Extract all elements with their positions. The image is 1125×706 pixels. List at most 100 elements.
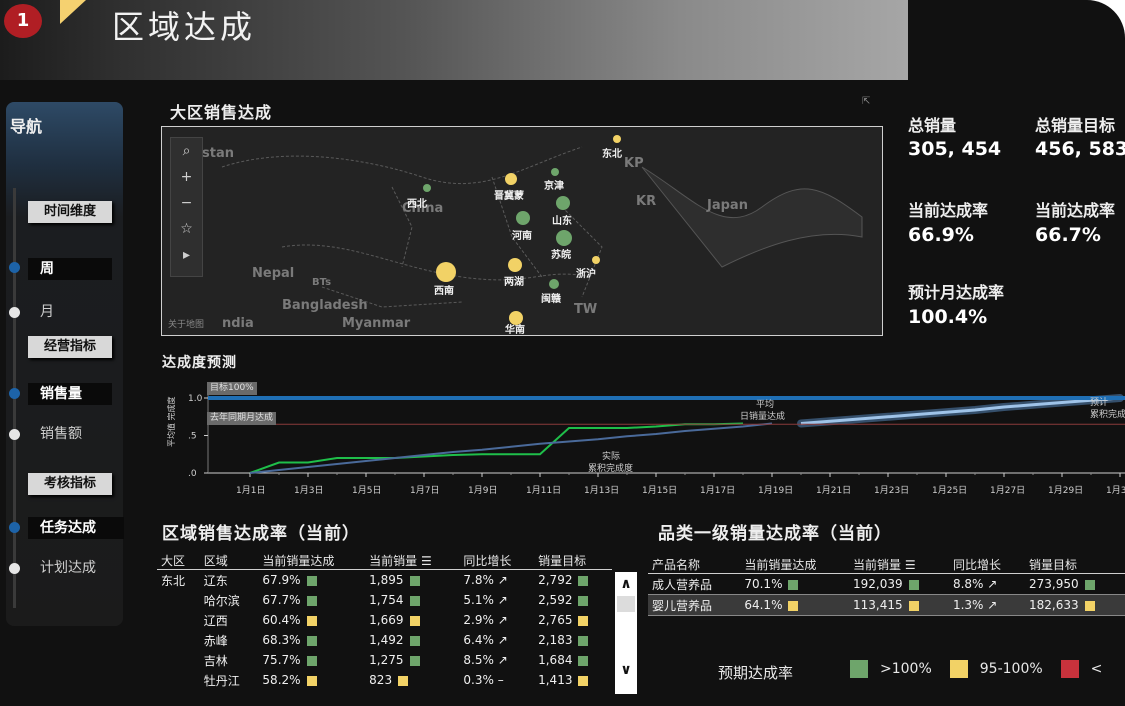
scroll-thumb[interactable] <box>617 596 635 612</box>
scroll-up-icon[interactable]: ∧ <box>615 576 637 592</box>
zoom-out-icon[interactable]: − <box>171 190 202 216</box>
nav-option-plan-achievement[interactable]: 计划达成 <box>28 557 124 579</box>
x-tick-label: 1月7日 <box>410 485 439 496</box>
status-square-icon <box>306 675 317 686</box>
x-tick-label: 1月27日 <box>990 485 1025 496</box>
column-header[interactable]: 同比增长 <box>459 551 535 570</box>
kpi-forecast-label: 预计月达成率 <box>908 283 1005 302</box>
legend-item: >100% <box>850 660 932 678</box>
cell-target: 1,413 <box>534 670 612 690</box>
map-search-icon[interactable]: ⌕ <box>171 138 202 164</box>
nav-option-sales-amount[interactable]: 销售额 <box>28 423 112 445</box>
column-header[interactable]: 当前销量达成 <box>740 555 849 574</box>
column-header[interactable]: 当前销量达成 <box>258 551 366 570</box>
nav-option-sales-volume[interactable]: 销售量 <box>28 383 112 405</box>
nav-group-time-dimension[interactable]: 时间维度 <box>28 201 112 223</box>
cell-yoy: 1.3% ↗ <box>952 598 998 612</box>
bubble-xibei[interactable] <box>423 184 431 192</box>
nav-option-task-achievement[interactable]: 任务达成 <box>28 517 124 539</box>
radio-unselected-icon[interactable] <box>9 429 20 440</box>
map-country-label: Bangladesh <box>282 298 368 313</box>
status-square-icon <box>578 655 589 666</box>
radio-selected-icon[interactable] <box>9 262 20 273</box>
pin-icon[interactable]: ☆ <box>171 216 202 242</box>
cell-rate: 58.2% <box>258 670 365 690</box>
zoom-in-icon[interactable]: + <box>171 164 202 190</box>
cell-rate: 70.1% <box>740 574 849 595</box>
nav-option-month[interactable]: 月 <box>28 301 112 323</box>
map-attribution[interactable]: 关于地图 <box>168 318 204 330</box>
cell-rate: 68.3% <box>258 630 365 650</box>
sort-icon[interactable]: ☰ <box>905 558 916 572</box>
target-line-tag: 目标100% <box>207 382 257 395</box>
column-header[interactable]: 销量目标 <box>534 551 612 570</box>
bubble-dongbei[interactable] <box>613 135 621 143</box>
bubble-mingan[interactable] <box>549 279 559 289</box>
region-label: 西北 <box>407 197 427 210</box>
sidebar <box>6 102 123 626</box>
cell-sales: 1,754 <box>365 590 459 610</box>
bubble-jinjimeng[interactable] <box>505 173 517 185</box>
cell-rate: 67.7% <box>258 590 365 610</box>
x-tick-label: 1月3日 <box>294 485 323 496</box>
column-header[interactable]: 大区 <box>157 551 200 570</box>
bubble-suwan[interactable] <box>556 230 572 246</box>
expand-icon[interactable]: ⇱ <box>862 96 870 107</box>
table-row[interactable]: 哈尔滨 67.7% 1,754 5.1% ↗ 2,592 <box>157 590 612 610</box>
column-header[interactable]: 区域 <box>199 551 259 570</box>
play-icon[interactable]: ▸ <box>171 242 202 268</box>
nav-group-assessment-metric[interactable]: 考核指标 <box>28 473 112 495</box>
bubble-henan[interactable] <box>516 211 530 225</box>
cell-zone <box>157 590 200 610</box>
nav-group-business-metric[interactable]: 经营指标 <box>28 336 112 358</box>
y-tick-label: .5 <box>188 432 197 442</box>
table-row[interactable]: 成人营养品 70.1% 192,039 8.8% ↗ 273,950 <box>648 574 1125 595</box>
status-square-icon <box>409 635 420 646</box>
column-header[interactable]: 当前销量 ☰ <box>848 555 949 574</box>
window-corner <box>1085 0 1125 40</box>
cell-product: 婴儿营养品 <box>652 598 713 613</box>
table-row[interactable]: 东北 辽东 67.9% 1,895 7.8% ↗ 2,792 <box>157 570 612 591</box>
table-row[interactable]: 婴儿营养品 64.1% 113,415 1.3% ↗ 182,633 <box>648 594 1125 616</box>
column-header[interactable]: 同比增长 <box>948 555 1025 574</box>
bubble-jingjin[interactable] <box>551 168 559 176</box>
x-tick-label: 1月13日 <box>584 485 619 496</box>
table-row[interactable]: 辽西 60.4% 1,669 2.9% ↗ 2,765 <box>157 610 612 630</box>
table-row[interactable]: 牡丹江 58.2% 823 0.3% – 1,413 <box>157 670 612 690</box>
cell-yoy: 0.3% – <box>463 673 504 687</box>
status-square-icon <box>788 600 799 611</box>
radio-unselected-icon[interactable] <box>9 563 20 574</box>
column-header[interactable]: 当前销量 ☰ <box>365 551 460 570</box>
trend-arrow-icon: ↗ <box>497 593 508 607</box>
radio-selected-icon[interactable] <box>9 388 20 399</box>
kpi-current-rate-value: 66.9% <box>908 224 974 246</box>
column-header[interactable]: 销量目标 <box>1025 555 1125 574</box>
x-tick-label: 1月19日 <box>758 485 793 496</box>
table-row[interactable]: 吉林 75.7% 1,275 8.5% ↗ 1,684 <box>157 650 612 670</box>
series-line-1[interactable] <box>249 422 773 474</box>
column-header[interactable]: 产品名称 <box>648 555 741 574</box>
cell-area: 吉林 <box>203 653 228 668</box>
table-scrollbar[interactable]: ∧ ∨ <box>615 572 637 694</box>
radio-selected-icon[interactable] <box>9 522 20 533</box>
cell-rate: 60.4% <box>258 610 365 630</box>
table-header-row: 产品名称 当前销量达成 当前销量 ☰ 同比增长 销量目标 <box>648 555 1125 574</box>
series-line-2[interactable] <box>800 396 1121 425</box>
region-map[interactable]: stan China Nepal Bangladesh Myanmar ndia… <box>161 126 883 336</box>
cell-area: 哈尔滨 <box>203 593 240 608</box>
map-country-label: stan <box>202 146 234 161</box>
map-canvas: stan China Nepal Bangladesh Myanmar ndia… <box>168 135 863 335</box>
status-square-icon <box>908 579 919 590</box>
table-row[interactable]: 赤峰 68.3% 1,492 6.4% ↗ 2,183 <box>157 630 612 650</box>
scroll-down-icon[interactable]: ∨ <box>615 662 637 678</box>
kpi-forecast-value: 100.4% <box>908 306 988 328</box>
nav-option-week[interactable]: 周 <box>28 258 112 280</box>
sort-icon[interactable]: ☰ <box>421 554 432 568</box>
region-label: 浙沪 <box>576 267 596 280</box>
bubble-huanan[interactable] <box>509 311 523 325</box>
bubble-shandong[interactable] <box>556 196 570 210</box>
bubble-zhehu[interactable] <box>592 256 600 264</box>
radio-unselected-icon[interactable] <box>9 307 20 318</box>
bubble-lianghu[interactable] <box>508 258 522 272</box>
bubble-xinan[interactable] <box>436 262 456 282</box>
